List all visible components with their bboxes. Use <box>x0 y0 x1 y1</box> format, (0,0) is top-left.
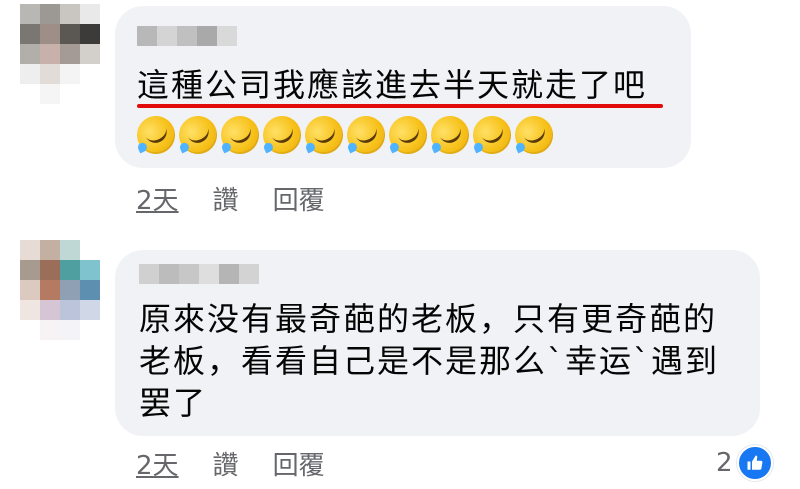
rolling-laughing-emoji-icon <box>172 109 224 161</box>
comment-actions: 2天 讚 回覆 <box>136 180 325 217</box>
comment-bubble: 這種公司我應該進去半天就走了吧 <box>115 6 691 168</box>
comment-text: 原來没有最奇葩的老板，只有更奇葩的老板，看看自己是不是那么`幸运`遇到罢了 <box>139 300 720 422</box>
comment-actions: 2天 讚 回覆 <box>136 445 325 482</box>
timestamp-link[interactable]: 2天 <box>136 445 179 482</box>
like-button[interactable]: 讚 <box>213 445 239 482</box>
red-underline <box>137 104 663 108</box>
rolling-laughing-emoji-icon <box>214 109 266 161</box>
comment-text: 這種公司我應該進去半天就走了吧 <box>137 66 648 104</box>
rolling-laughing-emoji-icon <box>340 109 392 161</box>
rolling-laughing-emoji-icon <box>256 109 308 161</box>
like-button[interactable]: 讚 <box>213 180 239 217</box>
rolling-laughing-emoji-icon <box>508 109 560 161</box>
reply-button[interactable]: 回覆 <box>273 445 325 482</box>
rolling-laughing-emoji-icon <box>298 109 350 161</box>
rolling-laughing-emoji-icon <box>424 109 476 161</box>
comment-bubble: 原來没有最奇葩的老板，只有更奇葩的老板，看看自己是不是那么`幸运`遇到罢了 <box>115 250 760 436</box>
reaction-count: 2 <box>716 448 733 478</box>
commenter-name[interactable] <box>139 264 259 284</box>
rolling-laughing-emoji-icon <box>382 109 434 161</box>
avatar[interactable] <box>20 4 100 104</box>
reply-button[interactable]: 回覆 <box>273 180 325 217</box>
reaction-summary[interactable]: 2 <box>716 445 773 481</box>
rolling-laughing-emoji-icon <box>466 109 518 161</box>
emoji-row <box>130 109 560 161</box>
rolling-laughing-emoji-icon <box>130 109 182 161</box>
avatar[interactable] <box>20 240 100 340</box>
thumbs-up-icon <box>736 445 773 481</box>
commenter-name[interactable] <box>137 26 237 46</box>
timestamp-link[interactable]: 2天 <box>136 180 179 217</box>
